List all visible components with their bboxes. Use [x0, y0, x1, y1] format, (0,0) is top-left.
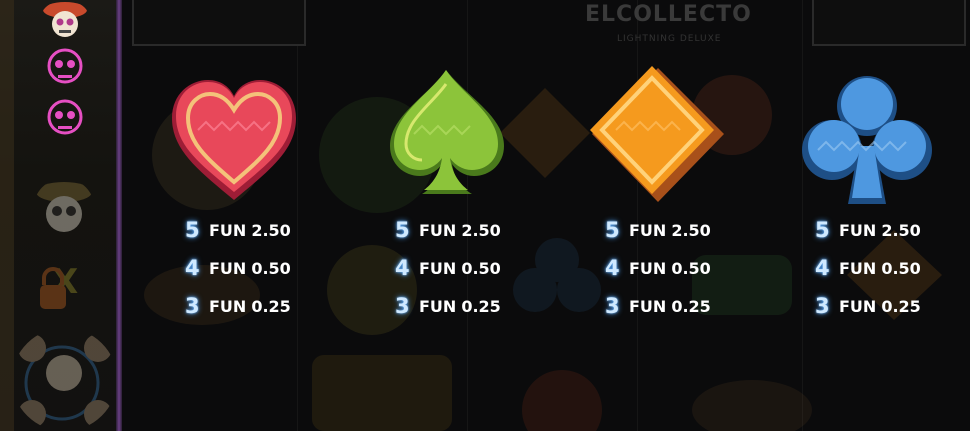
neon-skull-icon	[47, 48, 83, 84]
payout-row: 5 FUN 2.50	[815, 211, 921, 249]
left-reel-strip: X	[0, 0, 122, 431]
currency-label: FUN	[629, 296, 667, 316]
currency-label: FUN	[419, 220, 457, 240]
payout-row: 4 FUN 0.50	[185, 249, 291, 287]
currency-label: FUN	[209, 220, 247, 240]
symbol-count: 5	[185, 218, 200, 242]
mariachi-skull-icon	[36, 182, 92, 232]
guitar-ghost-icon	[692, 380, 812, 431]
symbol-count: 3	[185, 294, 200, 318]
game-logo-subtitle: LIGHTNING DELUXE	[617, 34, 722, 44]
reel-board: ELCOLLECTO LIGHTNING DELUXE 5 FUN 2.50 4…	[122, 0, 970, 431]
symbol-count: 4	[815, 256, 830, 280]
currency-label: FUN	[209, 258, 247, 278]
payout-value: 2.50	[671, 220, 711, 240]
skull-cluster-icon	[18, 334, 112, 428]
symbol-count: 4	[395, 256, 410, 280]
payout-row: 4 FUN 0.50	[605, 249, 711, 287]
symbol-count: 4	[185, 256, 200, 280]
payout-value: 2.50	[461, 220, 501, 240]
payout-row: 5 FUN 2.50	[185, 211, 291, 249]
currency-label: FUN	[839, 258, 877, 278]
club-ghost-icon	[513, 238, 601, 312]
payout-value: 0.50	[881, 258, 921, 278]
currency-label: FUN	[419, 258, 457, 278]
payout-row: 5 FUN 2.50	[395, 211, 501, 249]
currency-label: FUN	[209, 296, 247, 316]
club-icon	[802, 76, 932, 204]
payout-row: 3 FUN 0.25	[605, 287, 711, 325]
payout-value: 0.25	[461, 296, 501, 316]
payout-value: 0.50	[671, 258, 711, 278]
lock-wild-icon: X	[40, 262, 78, 309]
spade-icon	[390, 70, 504, 194]
symbol-count: 5	[395, 218, 410, 242]
currency-label: FUN	[629, 220, 667, 240]
currency-label: FUN	[629, 258, 667, 278]
payout-value: 0.25	[251, 296, 291, 316]
symbol-count: 5	[605, 218, 620, 242]
symbol-count: 3	[605, 294, 620, 318]
paytable-spade: 5 FUN 2.50 4 FUN 0.50 3 FUN 0.25	[395, 211, 501, 325]
header-panel-left	[132, 0, 306, 46]
currency-label: FUN	[839, 296, 877, 316]
payout-value: 2.50	[881, 220, 921, 240]
reel-separator	[297, 0, 298, 431]
payout-row: 3 FUN 0.25	[395, 287, 501, 325]
paytable-heart: 5 FUN 2.50 4 FUN 0.50 3 FUN 0.25	[185, 211, 291, 325]
payout-value: 0.25	[671, 296, 711, 316]
symbol-count: 3	[815, 294, 830, 318]
currency-label: FUN	[419, 296, 457, 316]
payout-row: 3 FUN 0.25	[185, 287, 291, 325]
payout-row: 5 FUN 2.50	[605, 211, 711, 249]
neon-skull-icon	[47, 99, 83, 135]
payout-value: 0.50	[251, 258, 291, 278]
sugar-skull-sombrero-icon	[43, 2, 87, 37]
currency-label: FUN	[839, 220, 877, 240]
strip-edge	[0, 0, 14, 431]
payout-value: 0.50	[461, 258, 501, 278]
payout-value: 0.25	[881, 296, 921, 316]
heart-icon	[172, 80, 296, 200]
symbol-count: 3	[395, 294, 410, 318]
bus-ghost-icon	[312, 355, 452, 431]
payout-row: 4 FUN 0.50	[395, 249, 501, 287]
payout-row: 4 FUN 0.50	[815, 249, 921, 287]
symbol-count: 5	[815, 218, 830, 242]
header-panel-right	[812, 0, 966, 46]
diamond-ghost-icon	[500, 88, 590, 178]
game-stage: X ELCOLLECTO LIGHTNING DELUXE 5 FUN 2.50…	[0, 0, 970, 431]
symbol-count: 4	[605, 256, 620, 280]
diamond-icon	[590, 66, 724, 202]
tomato-ghost-icon	[522, 370, 602, 431]
paytable-diamond: 5 FUN 2.50 4 FUN 0.50 3 FUN 0.25	[605, 211, 711, 325]
payout-row: 3 FUN 0.25	[815, 287, 921, 325]
paytable-club: 5 FUN 2.50 4 FUN 0.50 3 FUN 0.25	[815, 211, 921, 325]
payout-value: 2.50	[251, 220, 291, 240]
game-logo: ELCOLLECTO	[585, 2, 752, 27]
